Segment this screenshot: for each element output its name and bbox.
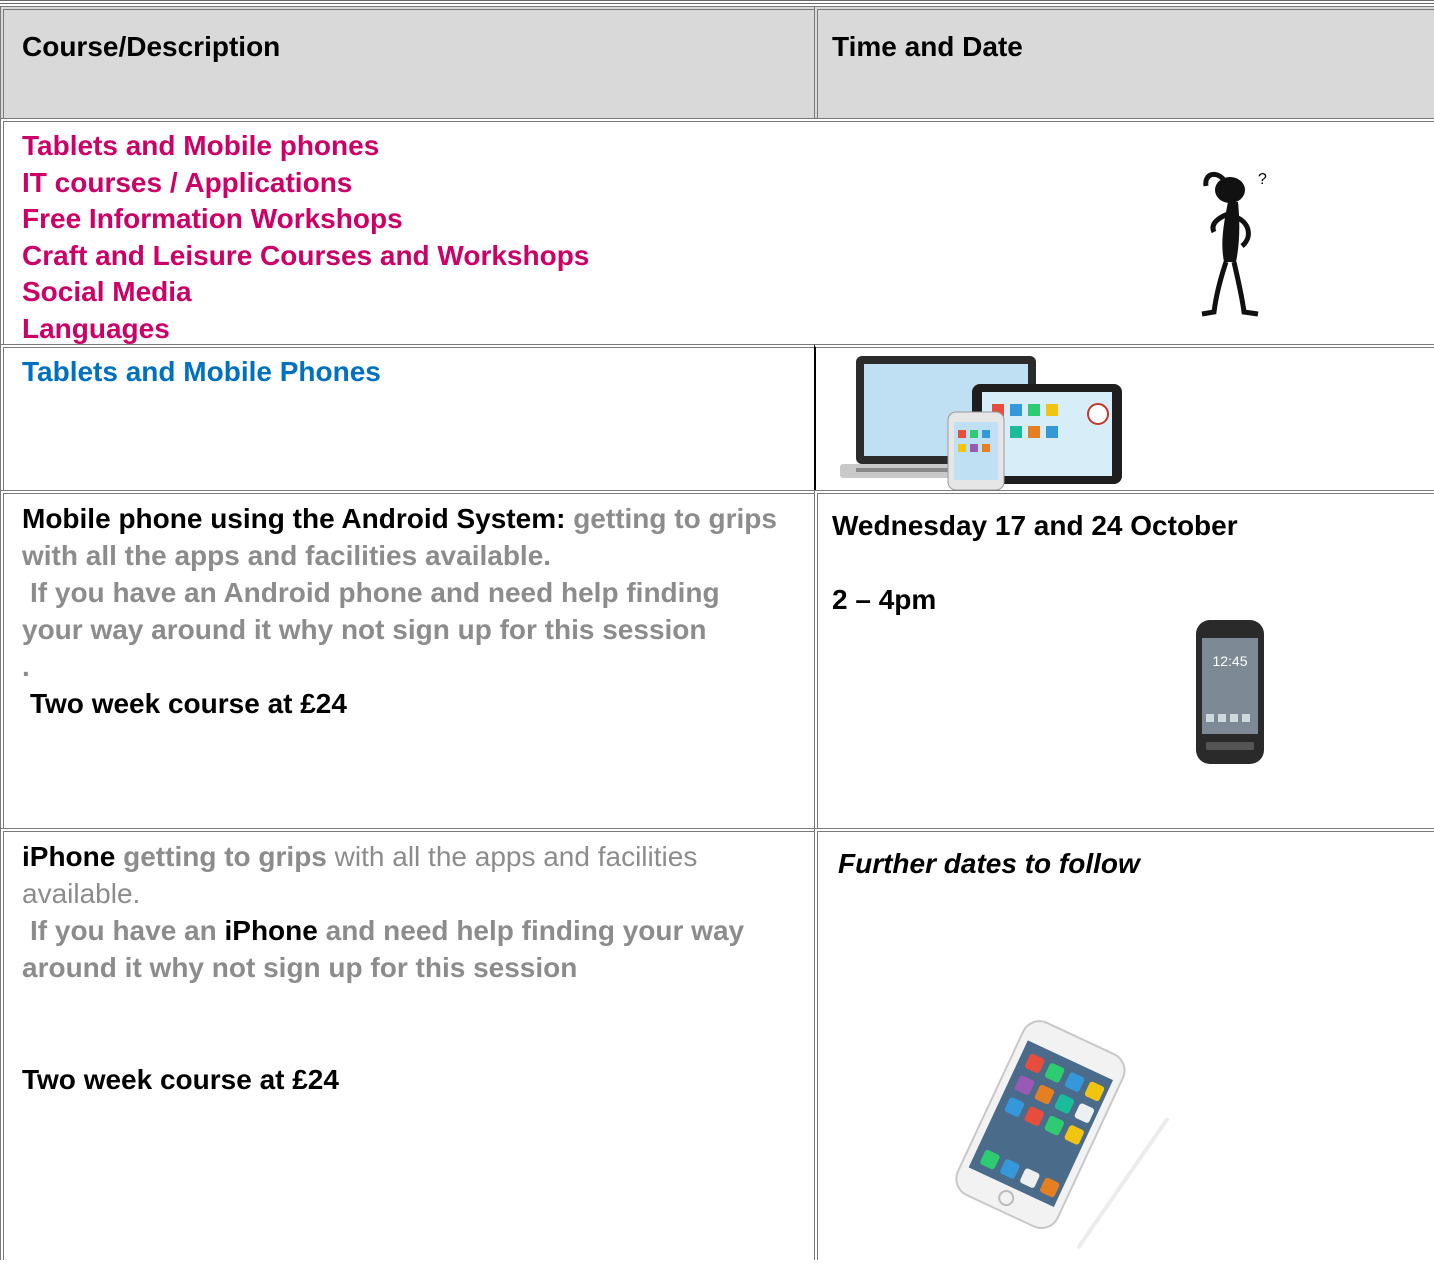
category-item[interactable]: Free Information Workshops: [22, 201, 589, 238]
devices-image: [840, 356, 1122, 491]
android-time-cell: Wednesday 17 and 24 October 2 – 4pm 12:4…: [814, 490, 1434, 828]
android-title: Mobile phone using the Android System:: [22, 503, 566, 534]
course-table: Course/Description Time and Date Tablets…: [0, 0, 1434, 1260]
phone-screen-clock: 12:45: [1212, 653, 1247, 669]
android-date: Wednesday 17 and 24 October: [832, 510, 1238, 541]
android-dot: .: [22, 651, 30, 682]
iphone-image: [955, 1020, 1170, 1250]
iphone-body-pre: If you have an: [30, 915, 217, 946]
category-item[interactable]: Languages: [22, 311, 589, 348]
header-cell-time: Time and Date: [814, 6, 1434, 118]
iphone-description-cell: iPhone getting to grips with all the app…: [0, 828, 814, 1260]
iphone-description: iPhone getting to grips with all the app…: [22, 838, 802, 986]
android-description-cell: Mobile phone using the Android System: g…: [0, 490, 814, 828]
category-list: Tablets and Mobile phones IT courses / A…: [22, 128, 589, 347]
iphone-price: Two week course at £24: [22, 1064, 339, 1095]
android-body: If you have an Android phone and need he…: [22, 577, 720, 645]
iphone-date: Further dates to follow: [838, 848, 1140, 879]
category-item[interactable]: Craft and Leisure Courses and Workshops: [22, 238, 589, 275]
iphone-time-cell: Further dates to follow: [814, 828, 1434, 1260]
svg-text:?: ?: [1258, 171, 1267, 188]
categories-cell: Tablets and Mobile phones IT courses / A…: [0, 118, 1434, 344]
android-phone-image: 12:45: [1196, 620, 1264, 764]
category-item[interactable]: Social Media: [22, 274, 589, 311]
table-top-border: [0, 0, 1434, 4]
header-course-label: Course/Description: [22, 31, 281, 62]
section-heading: Tablets and Mobile Phones: [22, 356, 381, 387]
iphone-body-brand: iPhone: [224, 915, 318, 946]
section-image-cell: [814, 344, 1434, 491]
category-item[interactable]: IT courses / Applications: [22, 165, 589, 202]
header-time-label: Time and Date: [832, 31, 1023, 62]
iphone-grips: getting to grips: [123, 841, 327, 872]
category-item[interactable]: Tablets and Mobile phones: [22, 128, 589, 165]
thinking-figure-image: ?: [1201, 171, 1267, 317]
iphone-title: iPhone: [22, 841, 116, 872]
android-price: Two week course at £24: [30, 688, 347, 719]
android-description: Mobile phone using the Android System: g…: [22, 500, 782, 722]
header-cell-course: Course/Description: [0, 6, 814, 118]
section-heading-cell: Tablets and Mobile Phones: [0, 344, 814, 490]
android-time: 2 – 4pm: [832, 584, 937, 615]
